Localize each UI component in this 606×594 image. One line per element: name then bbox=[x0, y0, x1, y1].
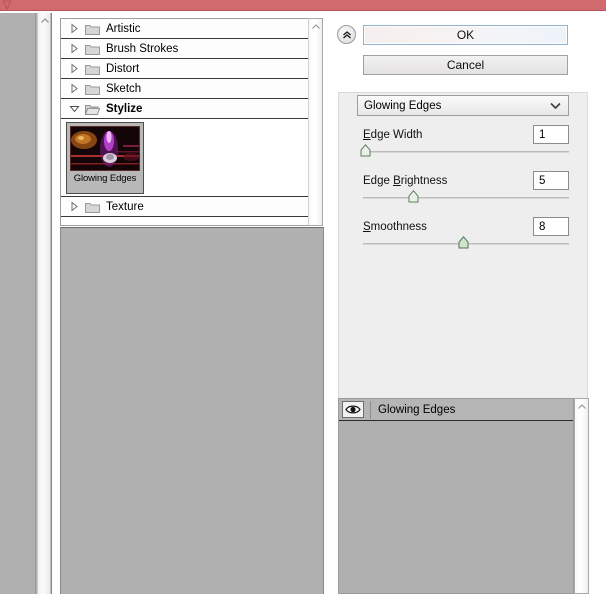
smoothness-slider-handle[interactable] bbox=[458, 236, 469, 249]
filter-category-tree[interactable]: Artistic Brush Strokes Distort Sketch St… bbox=[60, 18, 323, 226]
filter-thumbnail-grid: Glowing Edges bbox=[61, 119, 323, 197]
control-edge-width[interactable]: Edge Width 1 bbox=[357, 125, 569, 159]
label-suffix: rightness bbox=[400, 175, 448, 187]
layer-row-divider bbox=[370, 400, 371, 419]
window-right-margin bbox=[589, 13, 606, 594]
tree-row-texture[interactable]: Texture bbox=[61, 197, 323, 217]
folder-icon bbox=[85, 44, 100, 55]
filter-tree-vertical-scrollbar[interactable] bbox=[308, 18, 323, 226]
control-smoothness[interactable]: Smoothness 8 bbox=[357, 217, 569, 251]
chevron-up-icon[interactable] bbox=[311, 22, 321, 32]
folder-icon bbox=[85, 84, 100, 95]
tree-row-stylize[interactable]: Stylize bbox=[61, 99, 323, 119]
triangle-right-icon[interactable] bbox=[69, 23, 80, 34]
triangle-down-icon[interactable] bbox=[69, 103, 80, 114]
tree-row-label: Distort bbox=[106, 62, 140, 75]
tree-row-distort[interactable]: Distort bbox=[61, 59, 323, 79]
edge-width-slider-track[interactable] bbox=[363, 151, 569, 153]
accel-letter: S bbox=[363, 221, 371, 233]
preview-vertical-scrollbar[interactable] bbox=[37, 13, 51, 594]
chevron-up-icon[interactable] bbox=[40, 16, 50, 26]
edge-width-slider-handle[interactable] bbox=[360, 144, 371, 157]
effect-layers-vertical-scrollbar[interactable] bbox=[574, 398, 589, 594]
cancel-button-label: Cancel bbox=[446, 58, 485, 72]
edge-brightness-value: 5 bbox=[539, 174, 546, 187]
effect-layers-panel[interactable]: Glowing Edges bbox=[338, 398, 574, 594]
edge-width-value: 1 bbox=[539, 128, 546, 141]
tree-row-artistic[interactable]: Artistic bbox=[61, 19, 323, 39]
collapse-panel-button[interactable] bbox=[337, 25, 356, 44]
double-chevron-up-icon bbox=[342, 30, 351, 39]
tree-row-label: Brush Strokes bbox=[106, 42, 179, 55]
smoothness-value: 8 bbox=[539, 220, 546, 233]
control-label-edge-width: Edge Width bbox=[363, 129, 422, 141]
tree-row-label: Artistic bbox=[106, 22, 141, 35]
edge-width-value-field[interactable]: 1 bbox=[533, 125, 569, 144]
filter-gallery-empty-area bbox=[60, 227, 324, 594]
tree-row-brush-strokes[interactable]: Brush Strokes bbox=[61, 39, 323, 59]
tree-row-label: Stylize bbox=[106, 102, 143, 115]
filter-thumbnail-label: Glowing Edges bbox=[73, 173, 137, 184]
image-preview-canvas bbox=[0, 13, 36, 594]
chevron-up-icon[interactable] bbox=[577, 402, 587, 412]
filter-thumbnail-image bbox=[70, 126, 140, 171]
edge-brightness-value-field[interactable]: 5 bbox=[533, 171, 569, 190]
triangle-right-icon[interactable] bbox=[69, 201, 80, 212]
control-label-smoothness: Smoothness bbox=[363, 221, 427, 233]
edge-brightness-slider-track[interactable] bbox=[363, 197, 569, 199]
filter-select-value: Glowing Edges bbox=[364, 99, 442, 112]
triangle-right-icon[interactable] bbox=[69, 83, 80, 94]
accel-letter: E bbox=[363, 129, 371, 141]
folder-icon bbox=[85, 64, 100, 75]
label-prefix: Edge bbox=[363, 175, 394, 187]
chevron-down-icon[interactable] bbox=[550, 102, 561, 110]
smoothness-value-field[interactable]: 8 bbox=[533, 217, 569, 236]
accel-letter: B bbox=[393, 175, 401, 187]
tree-row-label: Texture bbox=[106, 200, 144, 213]
window-corner-marker-icon bbox=[2, 0, 12, 11]
filter-settings-panel: Glowing Edges Edge Width 1 Edge Brightne… bbox=[338, 92, 588, 414]
image-preview-pane bbox=[0, 13, 52, 594]
folder-open-icon bbox=[85, 104, 100, 115]
filter-thumbnail-glowing-edges[interactable]: Glowing Edges bbox=[66, 122, 144, 194]
effect-layer-name: Glowing Edges bbox=[378, 403, 456, 416]
effect-layer-row[interactable]: Glowing Edges bbox=[339, 399, 573, 421]
tree-row-sketch[interactable]: Sketch bbox=[61, 79, 323, 99]
ok-button[interactable]: OK bbox=[363, 25, 568, 45]
edge-brightness-slider-handle[interactable] bbox=[408, 190, 419, 203]
folder-icon bbox=[85, 202, 100, 213]
control-edge-brightness[interactable]: Edge Brightness 5 bbox=[357, 171, 569, 205]
eye-icon bbox=[345, 405, 361, 414]
layer-visibility-toggle[interactable] bbox=[342, 401, 364, 418]
filter-select-dropdown[interactable]: Glowing Edges bbox=[357, 95, 569, 116]
label-suffix: moothness bbox=[370, 221, 427, 233]
control-label-edge-brightness: Edge Brightness bbox=[363, 175, 447, 187]
cancel-button[interactable]: Cancel bbox=[363, 55, 568, 75]
label-suffix: dge Width bbox=[370, 129, 423, 141]
window-titlebar bbox=[0, 0, 606, 11]
folder-icon bbox=[85, 24, 100, 35]
triangle-right-icon[interactable] bbox=[69, 63, 80, 74]
triangle-right-icon[interactable] bbox=[69, 43, 80, 54]
ok-button-label: OK bbox=[456, 28, 475, 42]
tree-row-label: Sketch bbox=[106, 82, 142, 95]
